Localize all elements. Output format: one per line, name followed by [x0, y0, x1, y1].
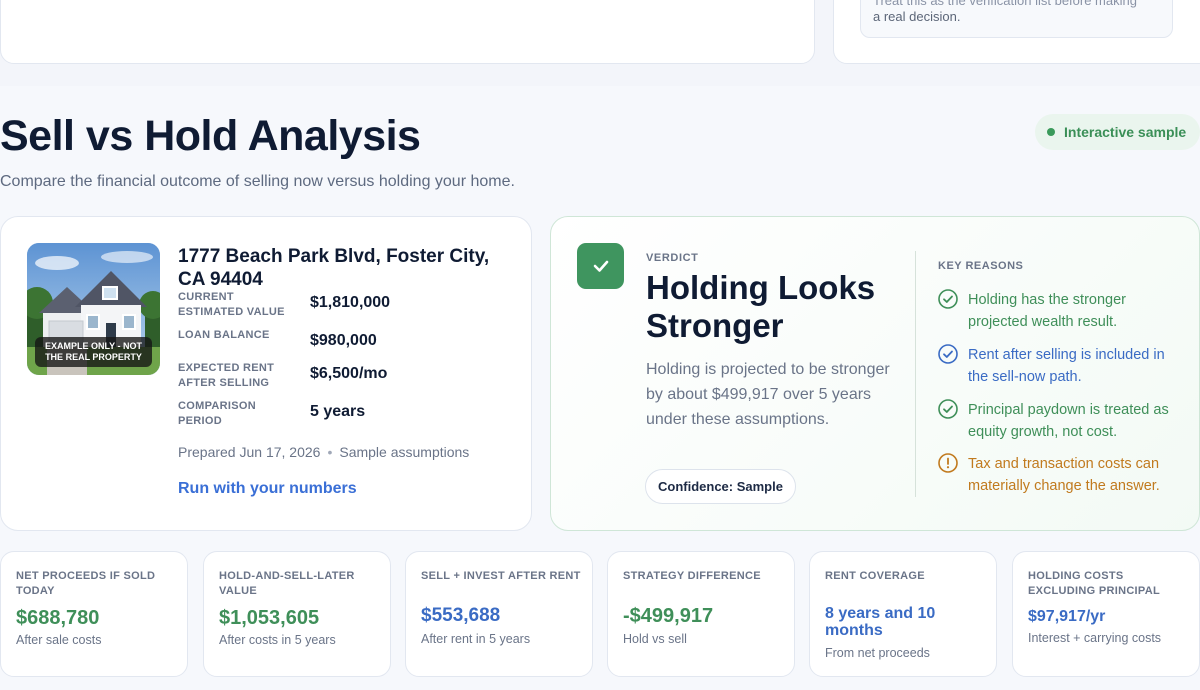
stat-value: $688,780 — [16, 607, 100, 629]
verdict-explanation: Holding is projected to be stronger by a… — [646, 361, 890, 428]
verdict-title: Holding Looks Stronger — [646, 269, 876, 344]
stat-subtext: After costs in 5 years — [219, 633, 336, 647]
verdict-label: VERDICT — [646, 252, 699, 264]
property-row-amount: $6,500/mo — [310, 365, 388, 382]
check-circle-icon — [938, 399, 958, 419]
status-dot-icon — [1047, 128, 1055, 136]
key-reasons-label: KEY REASONS — [938, 260, 1024, 272]
prepared-date: Prepared Jun 17, 2026 — [178, 444, 321, 460]
stat-label: HOLD-AND-SELL-LATER VALUE — [219, 570, 355, 597]
interactive-sample-label: Interactive sample — [1064, 124, 1187, 140]
bullet-separator: • — [327, 444, 333, 460]
stat-card-holding-costs: HOLDING COSTS EXCLUDING PRINCIPAL $97,91… — [1012, 551, 1200, 677]
stat-label: STRATEGY DIFFERENCE — [623, 570, 761, 582]
property-row-amount: $1,810,000 — [310, 294, 391, 311]
property-row-label: CURRENT ESTIMATED VALUE — [178, 291, 285, 318]
stat-subtext: After rent in 5 years — [421, 632, 531, 646]
property-address: 1777 Beach Park Blvd, Foster City, CA 94… — [178, 246, 490, 290]
stat-subtext: From net proceeds — [825, 646, 930, 660]
stat-value: $553,688 — [421, 605, 501, 626]
stat-card-net-proceeds: NET PROCEEDS IF SOLD TODAY $688,780 Afte… — [0, 551, 188, 677]
stat-card-sell-invest: SELL + INVEST AFTER RENT $553,688 After … — [405, 551, 593, 677]
stat-label: SELL + INVEST AFTER RENT — [421, 570, 581, 582]
property-row-label: COMPARISON PERIOD — [178, 400, 256, 427]
example-photo-caption: EXAMPLE ONLY - NOT THE REAL PROPERTY — [35, 337, 152, 367]
verification-note-line-1: Treat this as the verification list befo… — [873, 0, 1137, 8]
page-title: Sell vs Hold Analysis — [0, 112, 421, 160]
verdict-divider — [915, 251, 916, 497]
confidence-badge: Confidence: Sample — [645, 469, 796, 504]
verification-note-line-2: a real decision. — [873, 9, 961, 24]
stat-value: -$499,917 — [623, 605, 714, 627]
assumptions-label: Sample assumptions — [339, 444, 470, 460]
property-row-amount: 5 years — [310, 403, 366, 420]
stat-card-rent-coverage: RENT COVERAGE 8 years and 10 months From… — [809, 551, 997, 677]
stat-subtext: Interest + carrying costs — [1028, 631, 1162, 645]
property-row-amount: $980,000 — [310, 332, 377, 349]
reason-text: Tax and transaction costs can materially… — [968, 456, 1160, 494]
reason-text: Principal paydown is treated as equity g… — [968, 402, 1169, 440]
reason-text: Rent after selling is included in the se… — [968, 347, 1165, 385]
check-circle-icon — [938, 344, 958, 364]
stat-card-hold-value: HOLD-AND-SELL-LATER VALUE $1,053,605 Aft… — [203, 551, 391, 677]
previous-section-card — [0, 0, 815, 64]
stat-card-strategy-difference: STRATEGY DIFFERENCE -$499,917 Hold vs se… — [607, 551, 795, 677]
interactive-sample-badge: Interactive sample — [1035, 114, 1200, 150]
run-with-your-numbers-link[interactable]: Run with your numbers — [178, 480, 357, 498]
prepared-meta: Prepared Jun 17, 2026 • Sample assumptions — [178, 444, 469, 460]
stat-value: 8 years and 10 months — [825, 605, 936, 639]
property-row-label: EXPECTED RENT AFTER SELLING — [178, 362, 275, 389]
stat-subtext: After sale costs — [16, 633, 102, 647]
alert-circle-icon — [938, 453, 958, 473]
stat-label: HOLDING COSTS EXCLUDING PRINCIPAL — [1028, 570, 1161, 597]
property-summary-card: EXAMPLE ONLY - NOT THE REAL PROPERTY 177… — [0, 216, 532, 531]
property-row-label: LOAN BALANCE — [178, 329, 270, 341]
stat-label: NET PROCEEDS IF SOLD TODAY — [16, 570, 156, 597]
reason-text: Holding has the stronger projected wealt… — [968, 292, 1126, 330]
property-photo: EXAMPLE ONLY - NOT THE REAL PROPERTY — [27, 243, 160, 375]
stat-label: RENT COVERAGE — [825, 570, 925, 582]
stat-subtext: Hold vs sell — [623, 632, 687, 646]
verdict-card: VERDICT Holding Looks Stronger Holding i… — [550, 216, 1200, 531]
stat-value: $1,053,605 — [219, 607, 320, 629]
verification-note: Treat this as the verification list befo… — [860, 0, 1173, 38]
verdict-check-icon — [577, 243, 624, 289]
page-subtitle: Compare the financial outcome of selling… — [0, 173, 515, 190]
check-circle-icon — [938, 289, 958, 309]
stat-value: $97,917/yr — [1028, 608, 1106, 625]
